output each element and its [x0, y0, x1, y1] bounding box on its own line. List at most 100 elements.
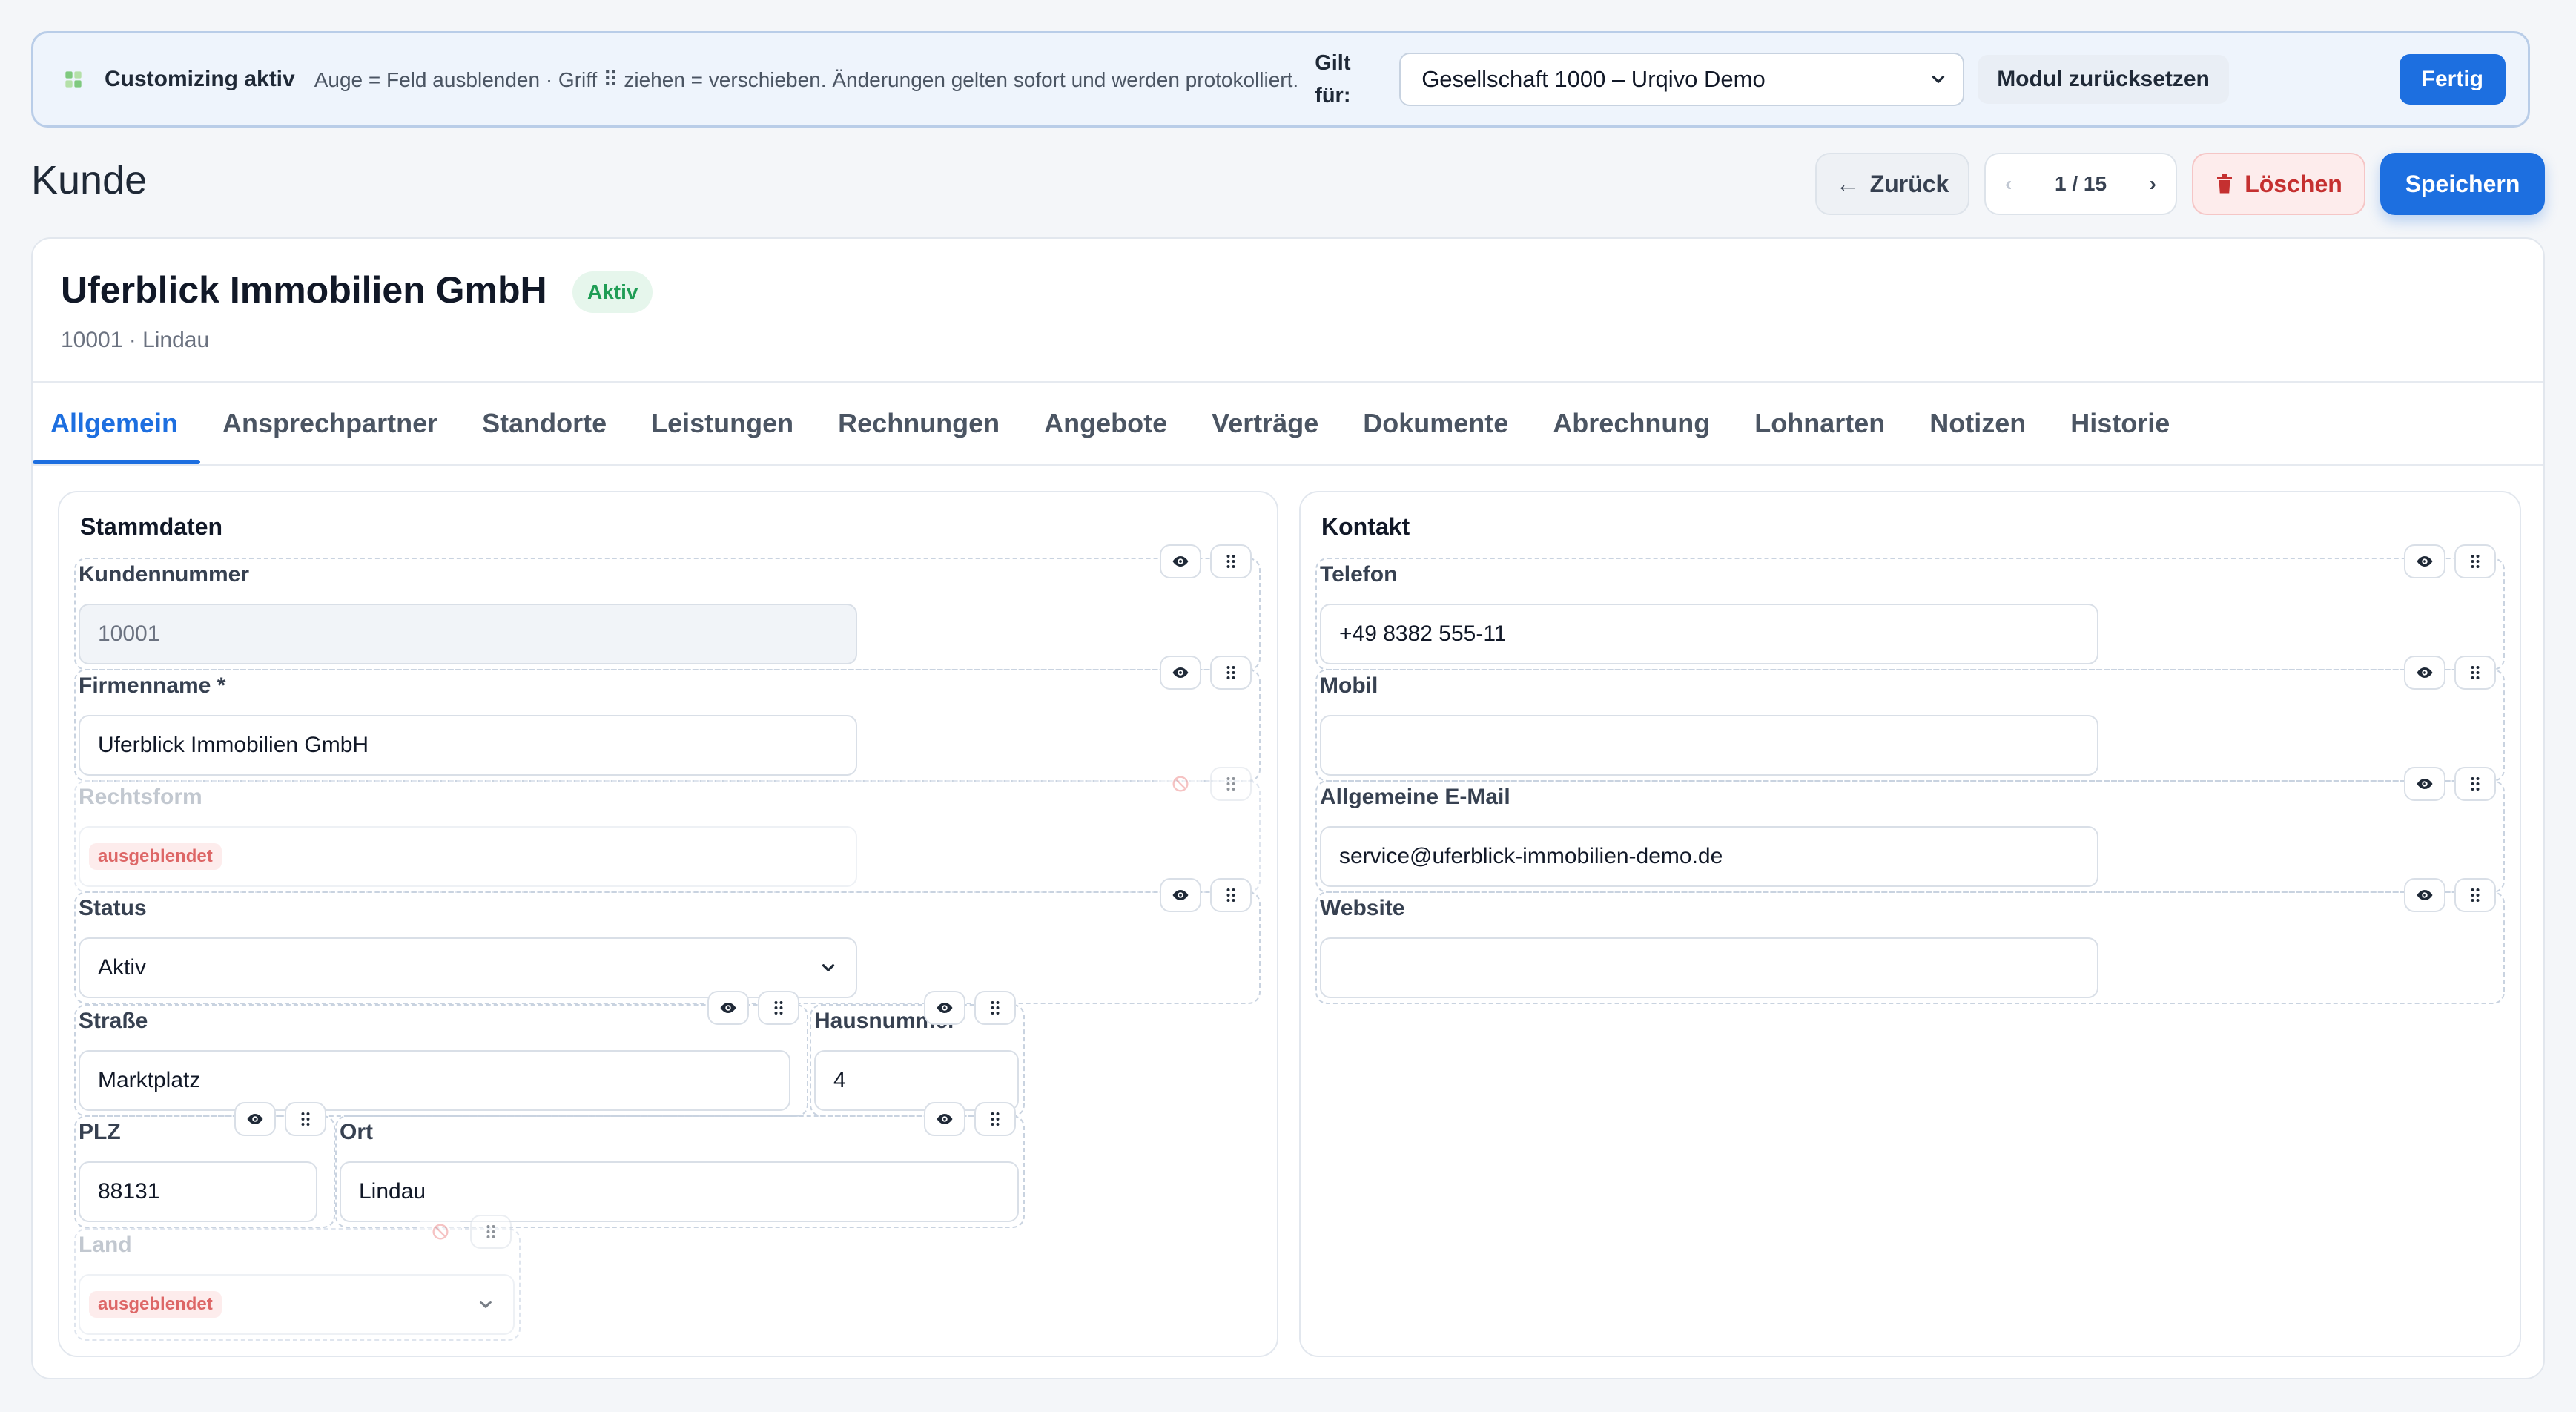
puzzle-icon	[62, 67, 85, 91]
record-pager: ‹ 1 / 15 ›	[1984, 153, 2177, 215]
eye-off-icon[interactable]	[1160, 767, 1201, 801]
field-status: Status Aktiv	[74, 878, 1261, 1004]
status-label: Status	[79, 896, 147, 920]
customer-subtitle: 10001 · Lindau	[61, 328, 210, 352]
eye-icon[interactable]	[2404, 878, 2445, 912]
company-select[interactable]: Gesellschaft 1000 – Urqivo Demo	[1399, 53, 1965, 106]
customizing-title: Customizing aktiv	[105, 67, 295, 91]
drag-handle-icon[interactable]	[2454, 656, 2496, 690]
stammdaten-title: Stammdaten	[80, 513, 223, 540]
website-label: Website	[1320, 896, 1405, 920]
tab-lohnarten[interactable]: Lohnarten	[1732, 383, 1907, 464]
customer-name: Uferblick Immobilien GmbH	[61, 269, 547, 311]
field-strasse: Straße Marktplatz	[74, 991, 808, 1117]
drag-handle-icon[interactable]	[1210, 878, 1252, 912]
land-label: Land	[79, 1233, 132, 1257]
eye-icon[interactable]	[234, 1102, 276, 1136]
eye-icon[interactable]	[2404, 544, 2445, 578]
customizing-hint: Auge = Feld ausblenden · Griff ⠿ ziehen …	[314, 67, 1299, 91]
mobil-label: Mobil	[1320, 673, 1378, 698]
tab-notizen[interactable]: Notizen	[1907, 383, 2048, 464]
field-ort: Ort Lindau	[335, 1102, 1025, 1228]
tab-leistungen[interactable]: Leistungen	[629, 383, 816, 464]
tab-dokumente[interactable]: Dokumente	[1341, 383, 1530, 464]
eye-icon[interactable]	[2404, 767, 2445, 801]
done-button[interactable]: Fertig	[2399, 54, 2506, 105]
tab-bar: Allgemein Ansprechpartner Standorte Leis…	[33, 383, 2543, 464]
drag-handle-icon[interactable]	[470, 1215, 512, 1249]
rechtsform-input[interactable]: ausgeblendet	[79, 826, 857, 887]
tab-vertraege[interactable]: Verträge	[1189, 383, 1341, 464]
tab-angebote[interactable]: Angebote	[1022, 383, 1189, 464]
back-button[interactable]: ← Zurück	[1815, 153, 1969, 215]
divider	[33, 464, 2543, 466]
prev-record-button[interactable]: ‹	[2005, 172, 2012, 196]
trash-icon	[2217, 174, 2233, 194]
back-button-label: Zurück	[1869, 170, 1949, 197]
stammdaten-panel: Stammdaten Kundennummer 10001 Firmenname…	[58, 491, 1278, 1357]
website-input[interactable]	[1320, 937, 2098, 998]
tab-standorte[interactable]: Standorte	[460, 383, 629, 464]
drag-handle-icon[interactable]	[2454, 544, 2496, 578]
save-button[interactable]: Speichern	[2380, 153, 2545, 215]
field-telefon: Telefon +49 8382 555-11	[1315, 544, 2505, 670]
hidden-badge: ausgeblendet	[89, 843, 222, 870]
kundennummer-input[interactable]: 10001	[79, 604, 857, 664]
drag-handle-icon[interactable]	[758, 991, 799, 1025]
eye-icon[interactable]	[1160, 878, 1201, 912]
eye-icon[interactable]	[1160, 544, 1201, 578]
status-select[interactable]: Aktiv	[79, 937, 857, 998]
plz-input[interactable]: 88131	[79, 1161, 317, 1222]
toolbar: ← Zurück ‹ 1 / 15 › Löschen Speichern	[1815, 153, 2545, 215]
status-badge: Aktiv	[572, 271, 653, 313]
eye-icon[interactable]	[924, 1102, 965, 1136]
field-rechtsform: Rechtsform ausgeblendet	[74, 767, 1261, 893]
eye-icon[interactable]	[924, 991, 965, 1025]
tab-ansprechpartner[interactable]: Ansprechpartner	[200, 383, 460, 464]
strasse-input[interactable]: Marktplatz	[79, 1050, 790, 1111]
customer-card: Uferblick Immobilien GmbH Aktiv 10001 · …	[31, 237, 2545, 1379]
tab-allgemein[interactable]: Allgemein	[33, 383, 201, 464]
field-mobil: Mobil	[1315, 656, 2505, 782]
eye-off-icon[interactable]	[420, 1215, 461, 1249]
kontakt-title: Kontakt	[1321, 513, 1410, 540]
kundennummer-label: Kundennummer	[79, 562, 250, 587]
drag-handle-icon[interactable]	[1210, 767, 1252, 801]
tab-rechnungen[interactable]: Rechnungen	[816, 383, 1022, 464]
eye-icon[interactable]	[707, 991, 749, 1025]
ort-input[interactable]: Lindau	[340, 1161, 1019, 1222]
eye-icon[interactable]	[2404, 656, 2445, 690]
field-kundennummer: Kundennummer 10001	[74, 544, 1261, 670]
strasse-label: Straße	[79, 1009, 148, 1033]
drag-handle-icon[interactable]	[974, 1102, 1016, 1136]
field-plz: PLZ 88131	[74, 1102, 335, 1228]
tab-abrechnung[interactable]: Abrechnung	[1530, 383, 1732, 464]
pager-position: 1 / 15	[2054, 172, 2107, 195]
delete-button[interactable]: Löschen	[2192, 153, 2365, 215]
customizing-banner: Customizing aktiv Auge = Feld ausblenden…	[31, 31, 2530, 128]
land-select[interactable]: ausgeblendet	[79, 1274, 515, 1335]
mobil-input[interactable]	[1320, 715, 2098, 776]
drag-handle-icon[interactable]	[1210, 544, 1252, 578]
email-label: Allgemeine E-Mail	[1320, 785, 1510, 809]
delete-button-label: Löschen	[2245, 170, 2342, 197]
drag-handle-icon[interactable]	[285, 1102, 326, 1136]
drag-handle-icon[interactable]	[1210, 656, 1252, 690]
chevron-down-icon	[476, 1295, 495, 1314]
chevron-down-icon	[1929, 70, 1948, 89]
tab-historie[interactable]: Historie	[2048, 383, 2192, 464]
eye-icon[interactable]	[1160, 656, 1201, 690]
telefon-label: Telefon	[1320, 562, 1398, 587]
reset-module-button[interactable]: Modul zurücksetzen	[1978, 55, 2229, 104]
telefon-input[interactable]: +49 8382 555-11	[1320, 604, 2098, 664]
drag-handle-icon[interactable]	[974, 991, 1016, 1025]
firmenname-input[interactable]: Uferblick Immobilien GmbH	[79, 715, 857, 776]
drag-handle-icon[interactable]	[2454, 767, 2496, 801]
status-select-value: Aktiv	[98, 955, 147, 980]
drag-handle-icon[interactable]	[2454, 878, 2496, 912]
email-input[interactable]: service@uferblick-immobilien-demo.de	[1320, 826, 2098, 887]
chevron-down-icon	[819, 958, 838, 977]
ort-label: Ort	[340, 1120, 373, 1144]
arrow-left-icon: ←	[1835, 170, 1860, 197]
next-record-button[interactable]: ›	[2150, 172, 2156, 196]
